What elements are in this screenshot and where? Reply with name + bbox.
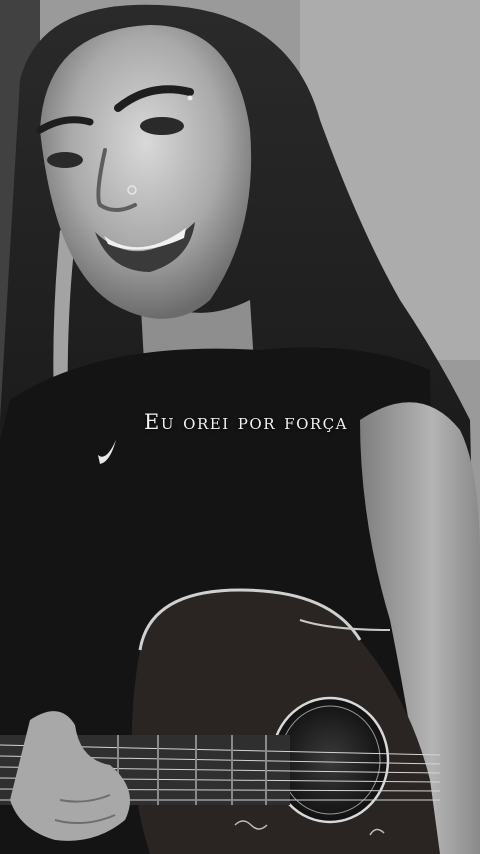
left-eye: [47, 152, 83, 168]
story-caption: Eu orei por força: [144, 410, 348, 434]
story-frame: Eu orei por força: [0, 0, 480, 854]
right-eye: [140, 117, 184, 135]
